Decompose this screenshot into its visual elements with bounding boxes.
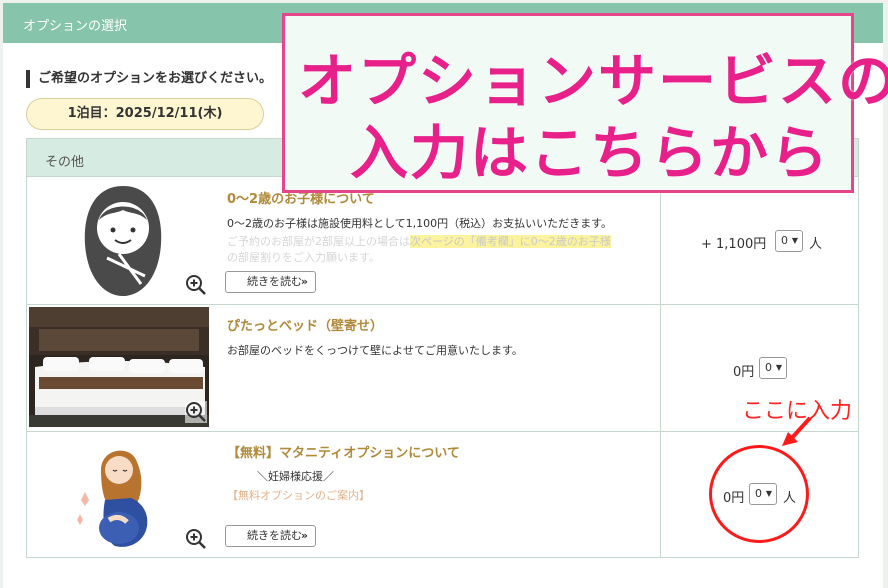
option-description: お部屋のベッドをくっつけて壁によせてご用意いたします。 [227, 344, 523, 357]
bedroom-photo [29, 307, 209, 427]
option-row-bed: ぴたっとベッド（壁寄せ） お部屋のベッドをくっつけて壁によせてご用意いたします。… [27, 305, 858, 432]
zoom-in-icon[interactable] [185, 401, 207, 423]
selection-prompt: ご希望のオプションをお選びください。 [26, 70, 272, 88]
option-price: + 1,100円 [701, 237, 767, 252]
option-description: 0～2歳のお子様は施設使用料として1,100円（税込）お支払いいただきます。 [227, 217, 613, 230]
annotation-line-2: 入力はこちらから [350, 119, 831, 187]
faded-text-rest: の部屋割りをご入力願います。 [227, 251, 380, 264]
zoom-in-icon[interactable] [185, 528, 207, 550]
highlighted-text: 次ページの「備考欄」に0～2歳のお子様 [410, 235, 611, 248]
quantity-value: 0 [781, 234, 788, 247]
chevron-double-down-icon: » [300, 529, 308, 542]
read-more-label: 続きを読む [247, 529, 302, 542]
option-price: 0円 [733, 365, 755, 380]
stay-date-badge: 1泊目：2025/12/11(木) [26, 98, 264, 130]
read-more-button[interactable]: 続きを読む » [225, 271, 316, 293]
option-row-infant: 0～2歳のお子様について 0～2歳のお子様は施設使用料として1,100円（税込）… [27, 178, 858, 305]
option-description-faded: ご予約のお部屋が2部屋以上の場合は次ページの「備考欄」に0～2歳のお子様の部屋割… [227, 234, 647, 264]
red-arrow-icon [782, 416, 812, 446]
quantity-unit: 人 [809, 237, 823, 252]
highlight-circle [709, 445, 809, 543]
free-option-link[interactable]: 【無料オプションのご案内】 [227, 487, 370, 503]
quantity-value: 0 [765, 361, 772, 374]
option-subtitle: ＼妊婦様応援／ [257, 470, 334, 483]
caret-down-icon: ▼ [775, 363, 782, 372]
caret-down-icon: ▼ [791, 236, 798, 245]
quantity-select[interactable]: 0 ▼ [775, 230, 803, 252]
baby-illustration [84, 186, 162, 296]
section-title: その他 [45, 155, 85, 170]
price-cell: + 1,100円 0 ▼ 人 [661, 178, 858, 304]
read-more-button[interactable]: 続きを読む » [225, 525, 316, 547]
option-title: ぴたっとベッド（壁寄せ） [227, 319, 384, 334]
chevron-double-down-icon: » [300, 275, 308, 288]
option-title: 【無料】マタニティオプションについて [227, 446, 460, 461]
read-more-label: 続きを読む [247, 275, 302, 288]
pregnant-woman-illustration [77, 450, 148, 547]
quantity-select[interactable]: 0 ▼ [759, 357, 787, 379]
page-title: オプションの選択 [23, 19, 128, 34]
zoom-in-icon[interactable] [185, 274, 207, 296]
faded-text: ご予約のお部屋が2部屋以上の場合は [227, 235, 410, 248]
